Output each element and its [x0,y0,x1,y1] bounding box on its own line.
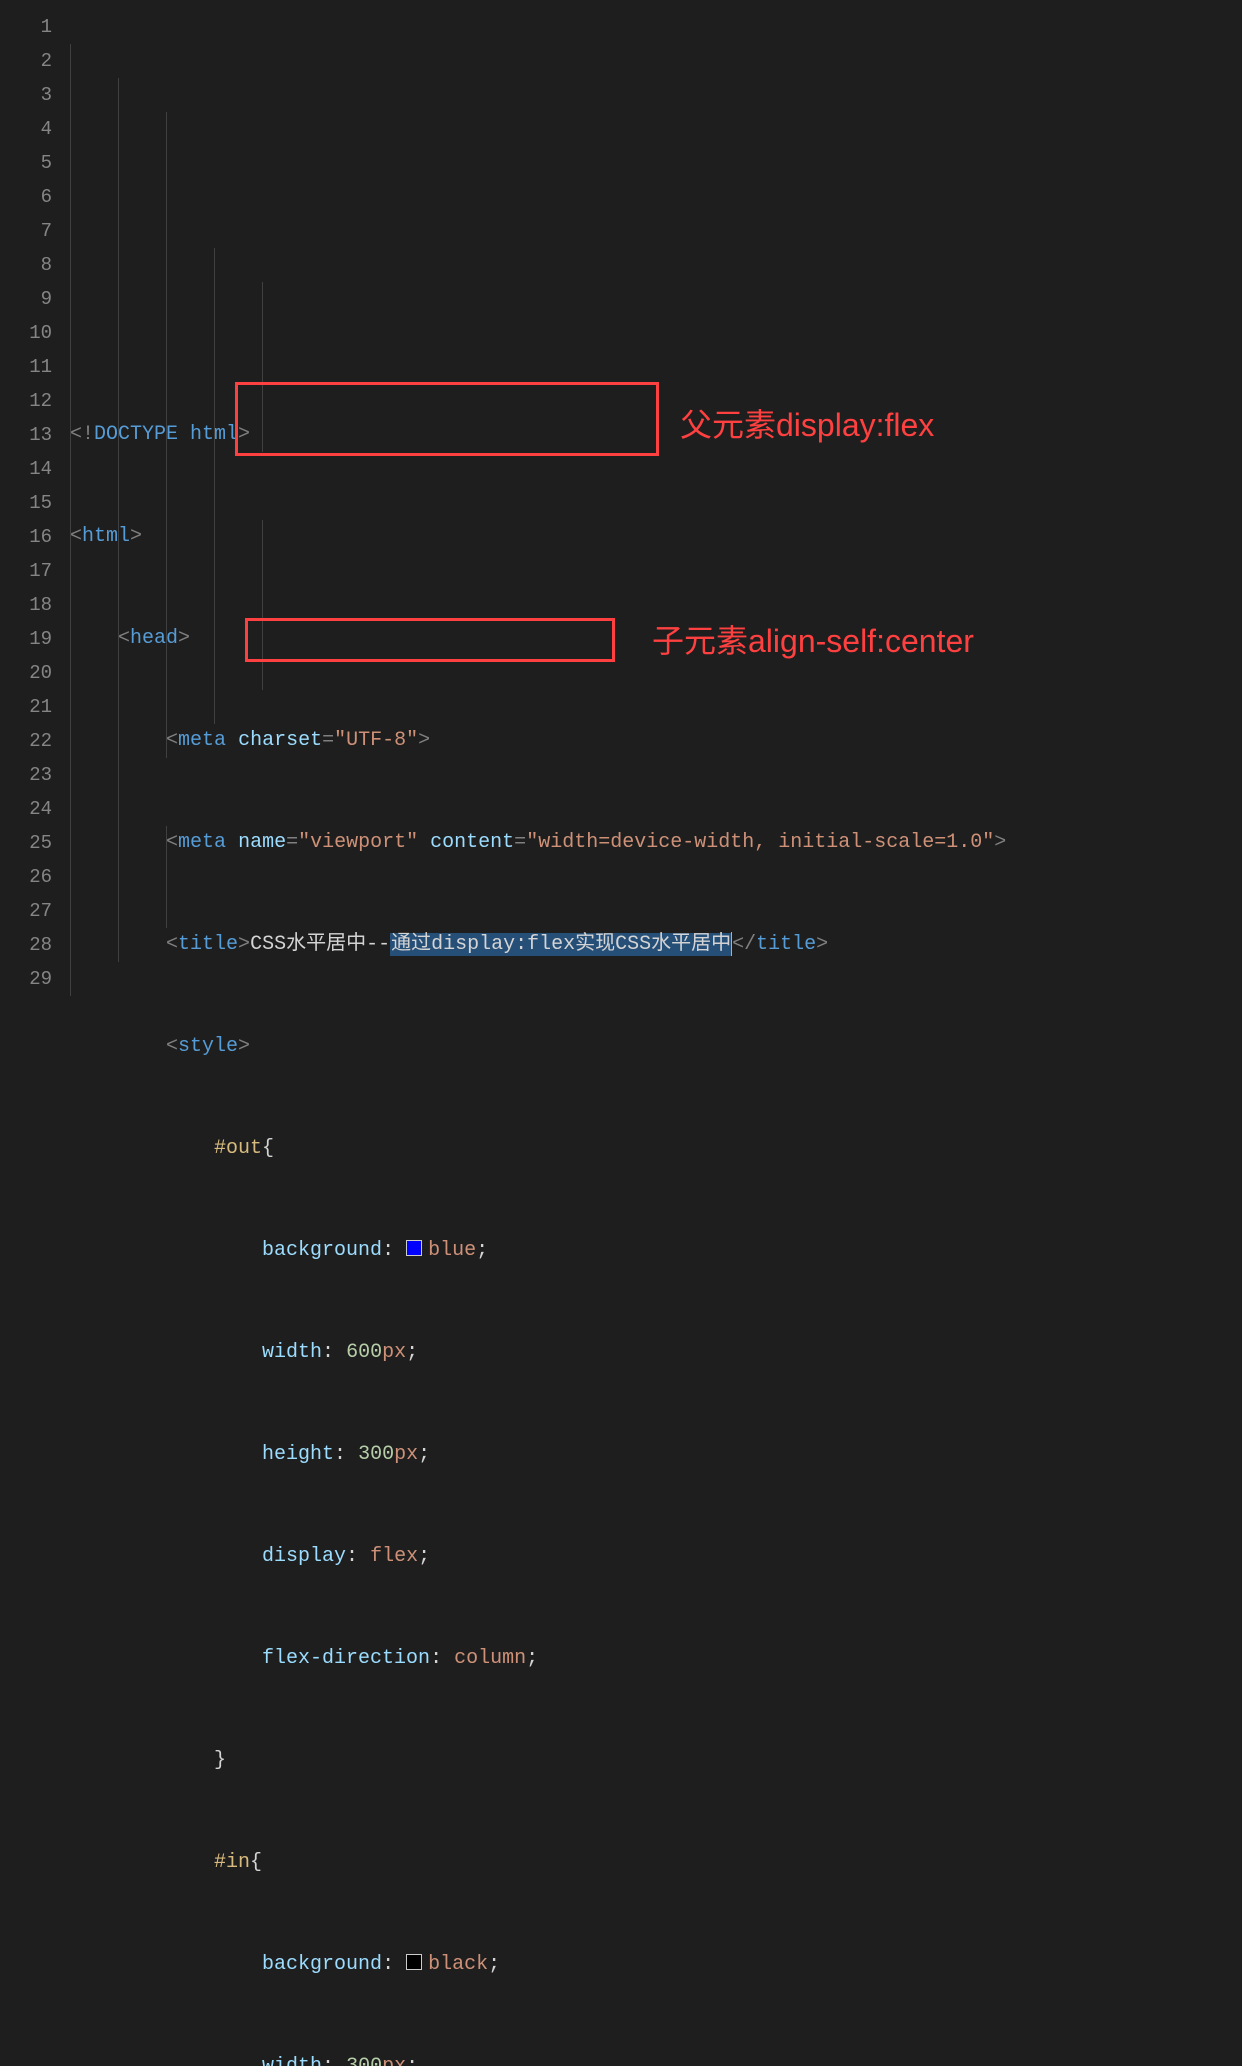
code-line[interactable]: <meta charset="UTF-8"> [70,724,1242,758]
line-number: 28 [0,928,52,962]
line-number: 4 [0,112,52,146]
code-line[interactable]: <html> [70,520,1242,554]
code-line[interactable]: display: flex; [70,1540,1242,1574]
code-line[interactable]: #out{ [70,1132,1242,1166]
line-number: 6 [0,180,52,214]
code-line[interactable]: #in{ [70,1846,1242,1880]
color-swatch-icon[interactable] [406,1240,422,1256]
line-number-gutter: 1 2 3 4 5 6 7 8 9 10 11 12 13 14 15 16 1… [0,10,70,1033]
line-number: 7 [0,214,52,248]
line-number: 18 [0,588,52,622]
selected-text: 通过display:flex实现CSS水平居中 [390,933,732,956]
code-line[interactable]: width: 600px; [70,1336,1242,1370]
code-line[interactable]: background: blue; [70,1234,1242,1268]
line-number: 17 [0,554,52,588]
line-number: 10 [0,316,52,350]
line-number: 25 [0,826,52,860]
line-number: 13 [0,418,52,452]
line-number: 15 [0,486,52,520]
line-number: 21 [0,690,52,724]
line-number: 11 [0,350,52,384]
code-editor[interactable]: 1 2 3 4 5 6 7 8 9 10 11 12 13 14 15 16 1… [0,0,1242,1033]
code-line[interactable]: } [70,1744,1242,1778]
code-line[interactable]: <head> [70,622,1242,656]
code-line[interactable]: height: 300px; [70,1438,1242,1472]
code-line[interactable]: <style> [70,1030,1242,1064]
line-number: 27 [0,894,52,928]
code-line[interactable]: background: black; [70,1948,1242,1982]
line-number: 24 [0,792,52,826]
code-line[interactable]: <meta name="viewport" content="width=dev… [70,826,1242,860]
line-number: 1 [0,10,52,44]
line-number: 19 [0,622,52,656]
line-number: 22 [0,724,52,758]
line-number: 3 [0,78,52,112]
line-number: 8 [0,248,52,282]
line-number: 20 [0,656,52,690]
code-area[interactable]: <!DOCTYPE html> <html> <head> <meta char… [70,10,1242,1033]
line-number: 9 [0,282,52,316]
line-number: 12 [0,384,52,418]
color-swatch-icon[interactable] [406,1954,422,1970]
line-number: 29 [0,962,52,996]
line-number: 26 [0,860,52,894]
line-number: 5 [0,146,52,180]
line-number: 2 [0,44,52,78]
line-number: 16 [0,520,52,554]
code-line[interactable]: <title>CSS水平居中--通过display:flex实现CSS水平居中<… [70,928,1242,962]
code-line[interactable]: width: 300px; [70,2050,1242,2066]
code-line[interactable]: <!DOCTYPE html> [70,418,1242,452]
line-number: 14 [0,452,52,486]
line-number: 23 [0,758,52,792]
code-line[interactable]: flex-direction: column; [70,1642,1242,1676]
